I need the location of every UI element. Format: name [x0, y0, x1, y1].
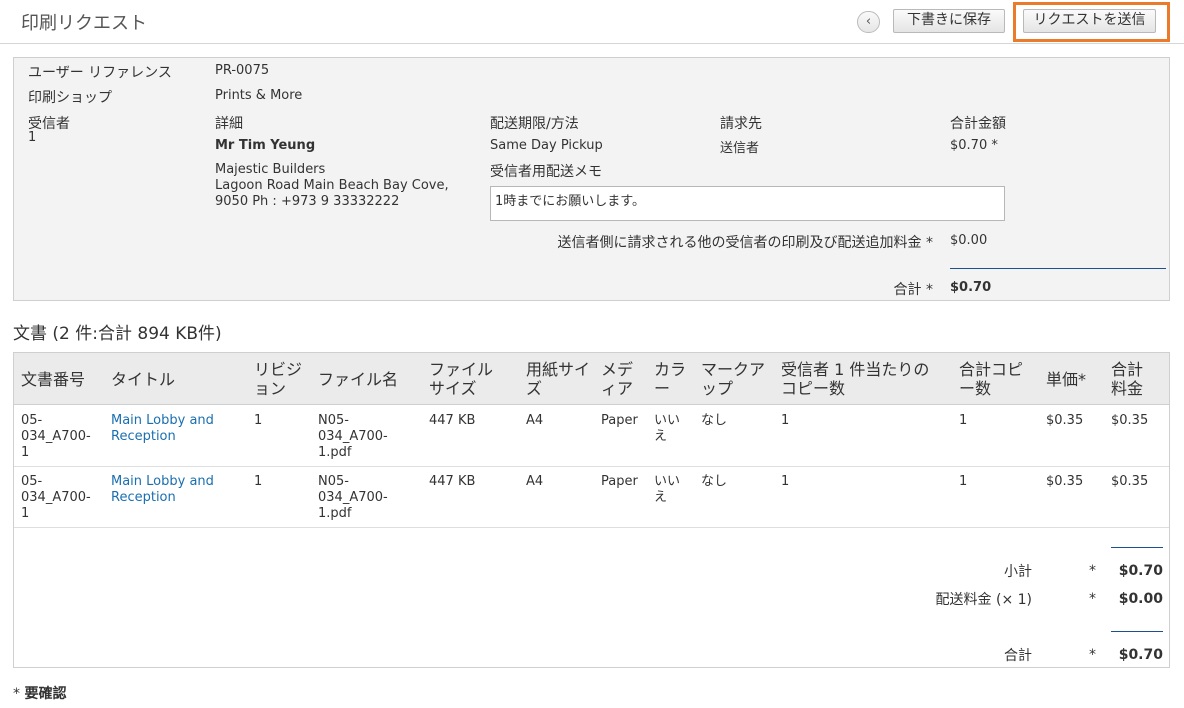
documents-heading: 文書 (2 件:合計 894 KB件) — [13, 324, 222, 344]
row-total-copies: 1 — [959, 474, 968, 489]
row-media: Paper — [601, 413, 638, 428]
row-markup: なし — [701, 474, 728, 489]
row-file-name: N05- 034_A700- 1.pdf — [318, 474, 388, 521]
subtotal-value: $0.70 — [1118, 563, 1163, 579]
billing-value: 送信者 — [720, 141, 760, 156]
required-note: * 要確認 — [13, 683, 66, 703]
row-markup: なし — [701, 413, 728, 428]
row-divider — [14, 466, 1169, 467]
col-paper-size: 用紙サイ ズ — [526, 360, 591, 398]
recipient-address-line1: Lagoon Road Main Beach Bay Cove, — [215, 178, 449, 193]
amount-label: 合計金額 — [950, 116, 1006, 132]
shipping-label: 配送料金 (× 1) — [935, 592, 1032, 608]
memo-label: 受信者用配送メモ — [490, 164, 602, 180]
shipping-value: $0.00 — [1118, 591, 1163, 607]
delivery-value: Same Day Pickup — [490, 138, 603, 153]
row-total-fee: $0.35 — [1111, 474, 1149, 489]
billing-label: 請求先 — [720, 116, 762, 132]
shipping-star: * — [1089, 591, 1096, 607]
col-revision: リビジ ョン — [254, 360, 303, 398]
user-reference-value: PR-0075 — [215, 63, 270, 78]
row-total-copies: 1 — [959, 413, 968, 428]
row-total-fee: $0.35 — [1111, 413, 1149, 428]
summary-total-value: $0.70 — [950, 280, 992, 295]
print-shop-label: 印刷ショップ — [28, 90, 112, 106]
recipient-number: 1 — [28, 130, 37, 145]
col-copies-per-recipient: 受信者 1 件当たりの コピー数 — [781, 360, 930, 398]
row-paper-size: A4 — [526, 413, 544, 428]
col-file-size: ファイル サイズ — [429, 360, 494, 398]
row-file-size: 447 KB — [429, 474, 476, 489]
row-doc-number: 05- 034_A700- 1 — [21, 474, 91, 521]
col-doc-number: 文書番号 — [21, 370, 86, 389]
amount-value: $0.70 * — [950, 138, 998, 153]
row-revision: 1 — [254, 413, 263, 428]
row-paper-size: A4 — [526, 474, 544, 489]
documents-total-star: * — [1089, 647, 1096, 663]
recipient-company: Majestic Builders — [215, 162, 326, 177]
col-total-fee: 合計 料金 — [1111, 360, 1144, 398]
details-label: 詳細 — [215, 116, 243, 132]
documents-total-label: 合計 — [1004, 648, 1032, 664]
col-markup: マークア ップ — [701, 360, 766, 398]
recipient-name: Mr Tim Yeung — [215, 138, 316, 153]
recipient-address-line2: 9050 Ph : +973 9 33332222 — [215, 194, 400, 209]
subtotal-star: * — [1089, 563, 1096, 579]
summary-total-label: 合計 * — [893, 282, 933, 298]
row-revision: 1 — [254, 474, 263, 489]
row-doc-number: 05- 034_A700- 1 — [21, 413, 91, 460]
highlight-frame — [1013, 2, 1170, 42]
documents-table: 文書番号 タイトル リビジ ョン ファイル名 ファイル サイズ 用紙サイ ズ メ… — [13, 352, 1170, 668]
row-copies-per-recipient: 1 — [781, 474, 790, 489]
row-media: Paper — [601, 474, 638, 489]
page-title: 印刷リクエスト — [21, 13, 147, 34]
back-icon[interactable]: ‹ — [857, 11, 880, 33]
row-color: いい え — [654, 474, 681, 505]
table-header: 文書番号 タイトル リビジ ョン ファイル名 ファイル サイズ 用紙サイ ズ メ… — [14, 353, 1169, 405]
document-title-link[interactable]: Main Lobby and Reception — [111, 413, 214, 445]
row-unit-price: $0.35 — [1046, 474, 1084, 489]
print-shop-value: Prints & More — [215, 88, 303, 103]
request-summary: ユーザー リファレンス PR-0075 印刷ショップ Prints & More… — [13, 57, 1170, 301]
row-unit-price: $0.35 — [1046, 413, 1084, 428]
total-rule — [950, 268, 1166, 269]
col-color: カラ ー — [654, 360, 687, 398]
col-title: タイトル — [111, 370, 176, 389]
col-unit-price: 単価* — [1046, 370, 1087, 389]
document-title-link[interactable]: Main Lobby and Reception — [111, 474, 214, 506]
row-file-name: N05- 034_A700- 1.pdf — [318, 413, 388, 460]
row-divider — [14, 527, 1169, 528]
delivery-label: 配送期限/方法 — [490, 116, 579, 132]
subtotal-rule — [1111, 547, 1163, 548]
required-star: * — [13, 686, 20, 702]
extra-charge-label: 送信者側に請求される他の受信者の印刷及び配送追加料金 * — [557, 235, 933, 251]
row-color: いい え — [654, 413, 681, 444]
col-file-name: ファイル名 — [318, 370, 399, 389]
top-bar: 印刷リクエスト ‹ 下書きに保存 リクエストを送信 — [0, 0, 1184, 44]
documents-total-value: $0.70 — [1118, 647, 1163, 663]
total-rule — [1111, 631, 1163, 632]
save-draft-button[interactable]: 下書きに保存 — [893, 9, 1005, 33]
col-total-copies: 合計コピ ー数 — [959, 360, 1024, 398]
delivery-memo-input[interactable]: 1時までにお願いします。 — [490, 186, 1005, 221]
extra-charge-value: $0.00 — [950, 233, 988, 248]
user-reference-label: ユーザー リファレンス — [28, 65, 172, 81]
row-file-size: 447 KB — [429, 413, 476, 428]
row-copies-per-recipient: 1 — [781, 413, 790, 428]
required-text: 要確認 — [24, 686, 67, 702]
col-media: メデ ィア — [601, 360, 634, 398]
subtotal-label: 小計 — [1004, 564, 1032, 580]
